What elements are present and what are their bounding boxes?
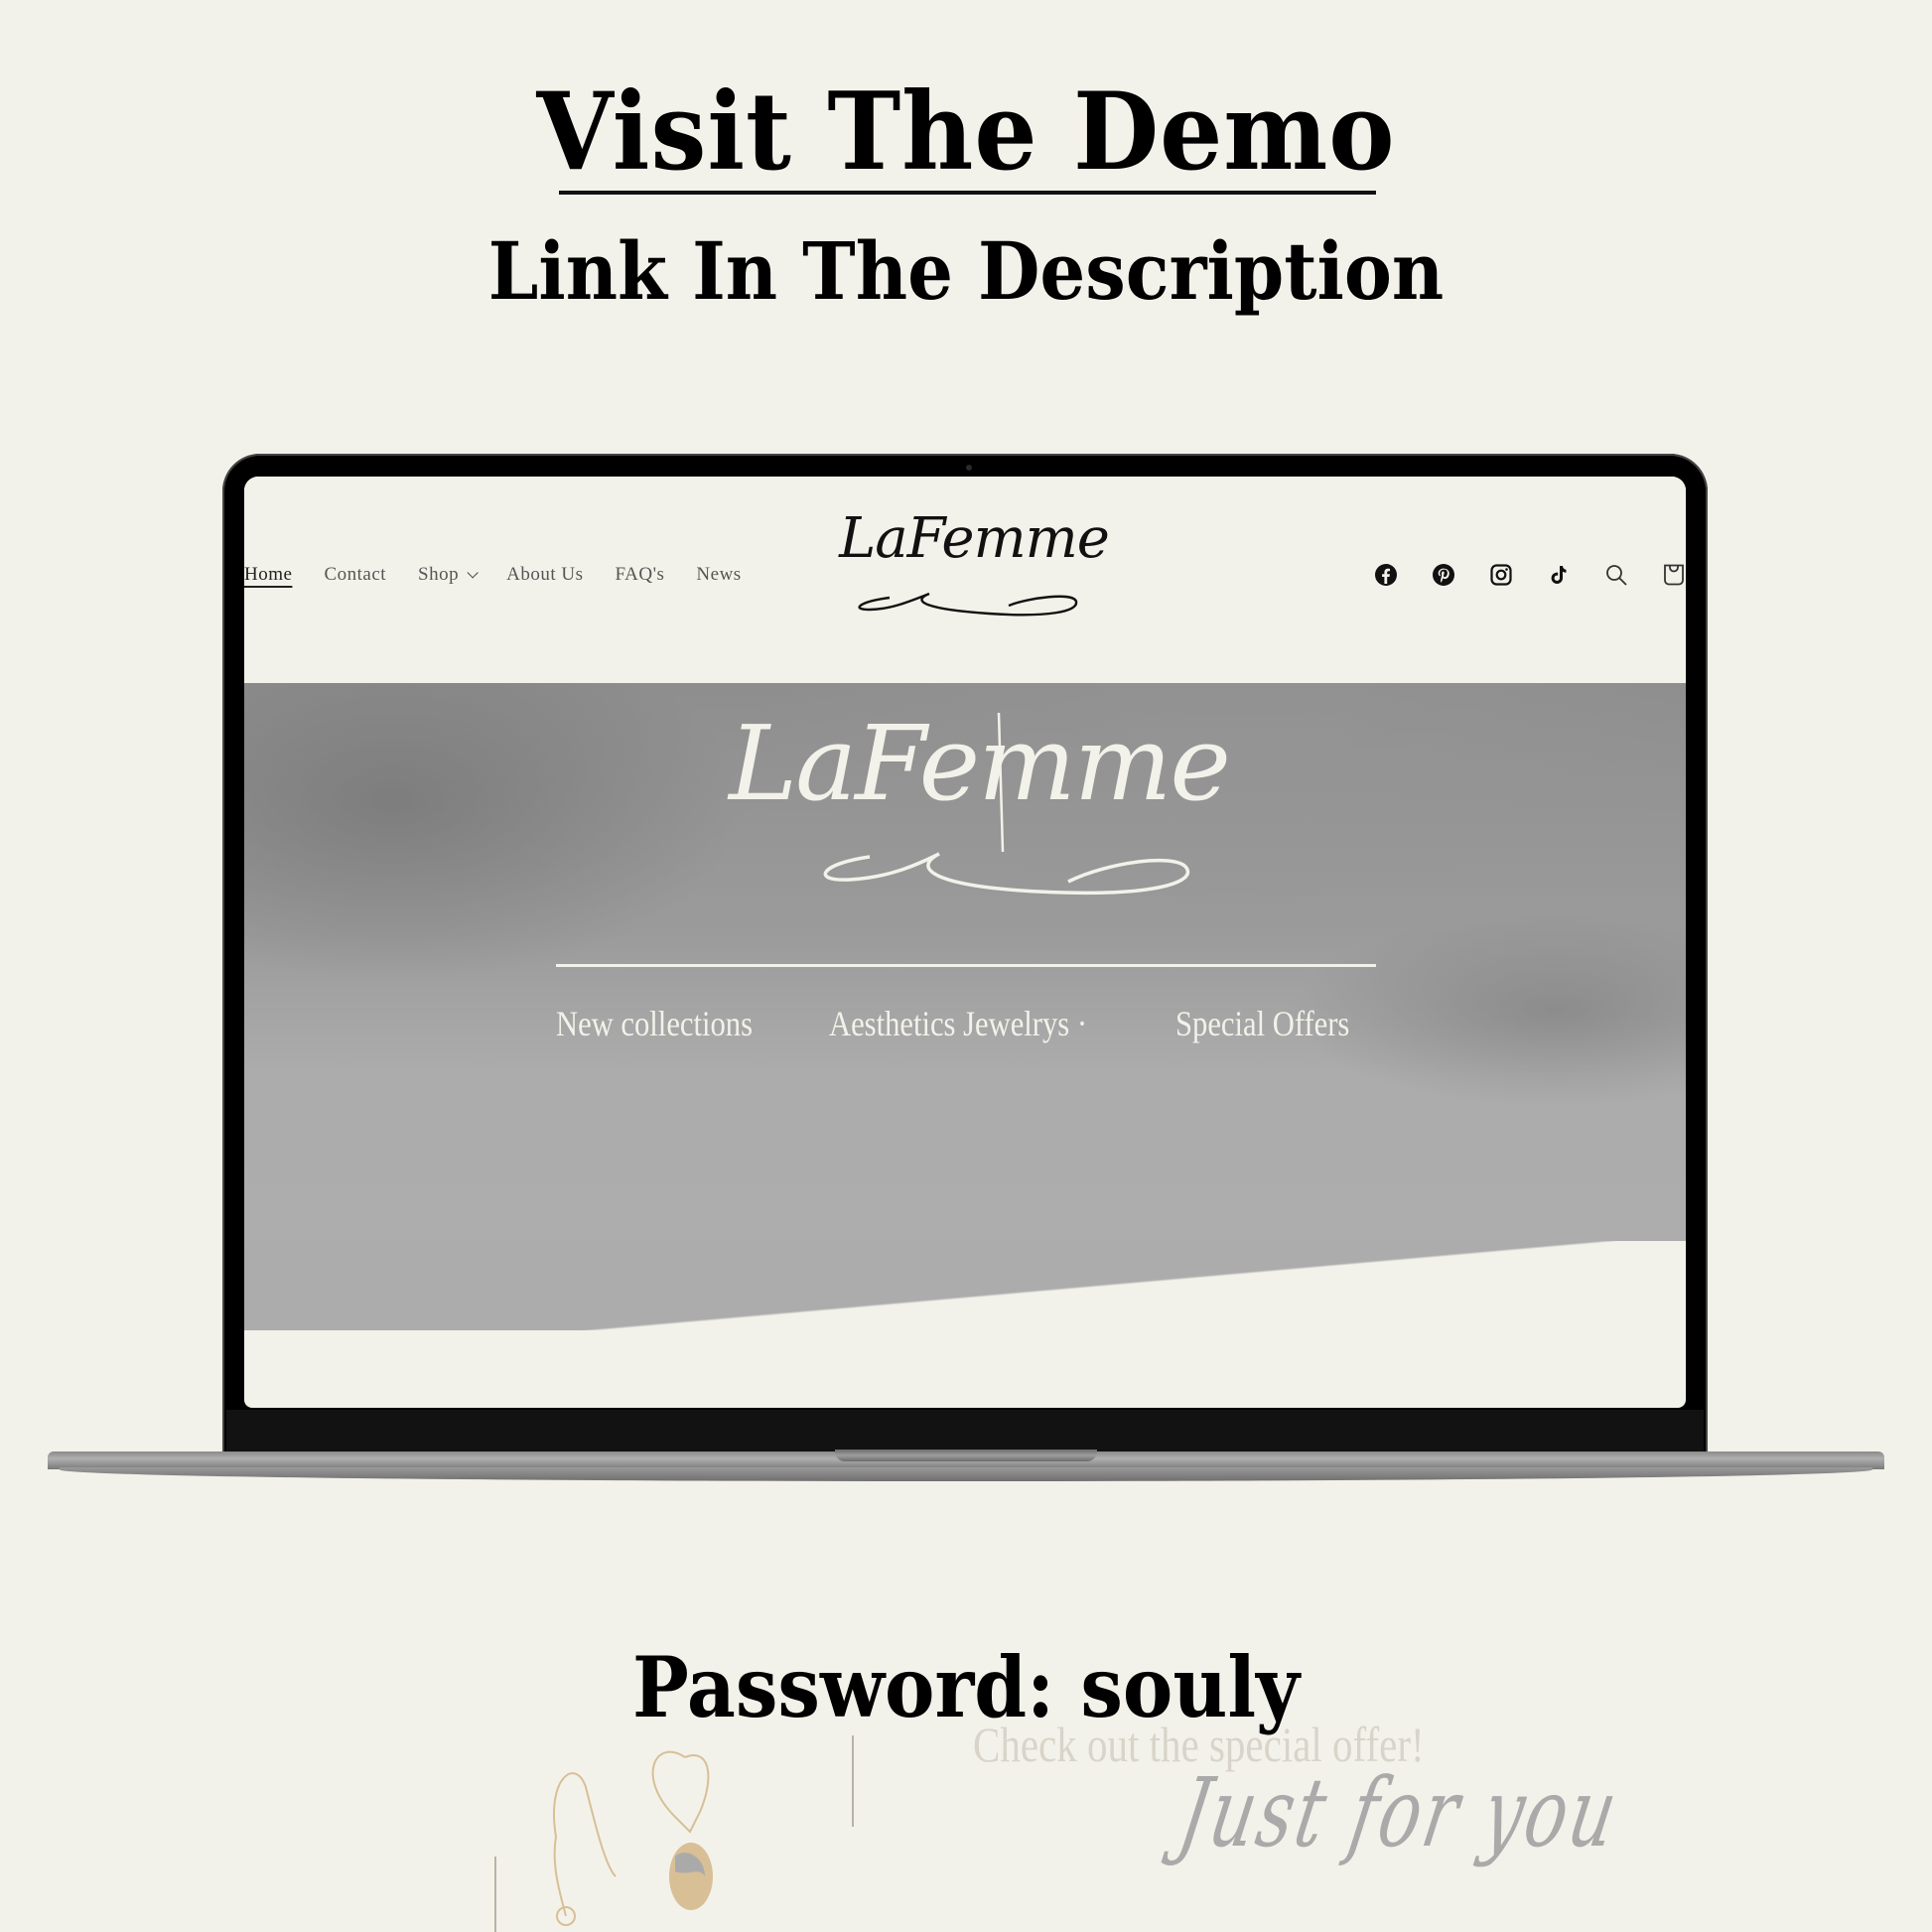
site-header: Home Contact Shop About Us FAQ's News La… bbox=[244, 477, 1686, 683]
instagram-icon[interactable] bbox=[1489, 562, 1513, 588]
tiktok-icon[interactable] bbox=[1547, 562, 1571, 588]
nav-home-label: Home bbox=[244, 564, 293, 585]
hero-logo-swash bbox=[823, 712, 1190, 896]
laptop-screen: Home Contact Shop About Us FAQ's News La… bbox=[244, 477, 1686, 1408]
main-nav: Home Contact Shop About Us FAQ's News bbox=[244, 564, 773, 586]
facebook-icon[interactable] bbox=[1374, 562, 1398, 588]
nav-shop[interactable]: Shop bbox=[418, 564, 479, 586]
laptop-base-edge bbox=[60, 1467, 1872, 1481]
chevron-down-icon bbox=[467, 567, 479, 579]
cart-icon[interactable] bbox=[1662, 562, 1686, 588]
hero-link-aesthetics-jewelrys[interactable]: Aesthetics Jewelrys · bbox=[829, 1003, 1087, 1044]
hero-logo: LaFemme bbox=[721, 703, 1237, 911]
camera-icon bbox=[966, 465, 972, 471]
password-text: Password: souly bbox=[632, 1638, 1300, 1736]
decor-divider-left bbox=[494, 1857, 496, 1932]
script-tagline: Just for you bbox=[1172, 1757, 1628, 1868]
nav-shop-label: Shop bbox=[418, 564, 460, 585]
hero-link-special-offers[interactable]: Special Offers bbox=[1175, 1003, 1349, 1044]
nav-faq-label: FAQ's bbox=[615, 564, 665, 585]
hero-divider bbox=[556, 964, 1376, 967]
nav-about-label: About Us bbox=[506, 564, 584, 585]
site-logo[interactable]: LaFemme bbox=[830, 506, 1118, 635]
nav-about[interactable]: About Us bbox=[506, 564, 583, 586]
nav-news-label: News bbox=[696, 564, 742, 585]
laptop-notch bbox=[835, 1449, 1097, 1461]
earring-illustration bbox=[553, 1750, 713, 1926]
nav-home[interactable]: Home bbox=[244, 564, 292, 586]
nav-contact-label: Contact bbox=[324, 564, 387, 585]
hero-link-new-collections[interactable]: New collections bbox=[556, 1003, 753, 1044]
laptop-chin bbox=[226, 1410, 1704, 1453]
title-underline bbox=[559, 191, 1376, 195]
promo-title: Visit The Demo bbox=[536, 69, 1396, 195]
header-icons bbox=[1340, 562, 1686, 588]
nav-faq[interactable]: FAQ's bbox=[616, 564, 665, 586]
search-icon[interactable] bbox=[1604, 562, 1628, 588]
hero-banner: LaFemme New collections Aesthetics Jewel… bbox=[244, 683, 1686, 1241]
decor-divider bbox=[852, 1735, 854, 1827]
pinterest-icon[interactable] bbox=[1432, 562, 1455, 588]
hero-fade bbox=[244, 1241, 1686, 1330]
nav-contact[interactable]: Contact bbox=[324, 564, 386, 586]
nav-news[interactable]: News bbox=[696, 564, 741, 586]
hero-links: New collections Aesthetics Jewelrys · Sp… bbox=[556, 1003, 1380, 1044]
logo-swash bbox=[858, 592, 1078, 617]
promo-subtitle: Link In The Description bbox=[487, 224, 1445, 318]
